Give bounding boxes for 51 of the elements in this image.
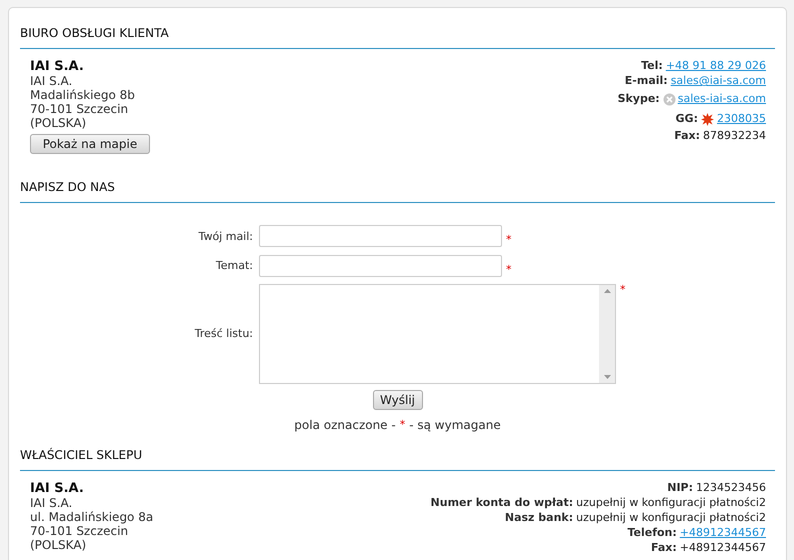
send-button[interactable]: Wyślij <box>372 390 422 410</box>
required-mark: * <box>620 282 626 298</box>
detail-label: Fax: <box>651 540 677 556</box>
detail-label: Telefon: <box>627 525 677 542</box>
chat-icon <box>662 92 676 106</box>
company-name: IAI S.A. <box>30 59 84 74</box>
required-mark: * <box>400 416 406 433</box>
section-heading: NAPISZ DO NAS <box>20 180 115 194</box>
detail-label: E-mail: <box>624 73 668 90</box>
detail-label: Nasz bank: <box>504 510 574 526</box>
detail-link[interactable]: sales@iai-sa.com <box>670 73 766 90</box>
field-label: Temat: <box>214 258 253 274</box>
map-button[interactable]: Pokaż na mapie <box>30 134 150 154</box>
input-field[interactable] <box>259 254 502 276</box>
required-mark: * <box>506 232 512 248</box>
detail-link[interactable]: +48 91 88 29 026 <box>666 58 766 75</box>
scroll-down-icon[interactable] <box>604 375 610 379</box>
address-line: IAI S.A. <box>30 496 72 510</box>
input-field[interactable] <box>259 225 502 247</box>
field-label: Treść listu: <box>194 326 253 342</box>
detail-label: Tel: <box>641 58 663 74</box>
detail-value: 1234523456 <box>696 480 766 496</box>
detail-value: uzupełnij w konfiguracji płatności2 <box>576 510 766 526</box>
detail-label: Fax: <box>674 128 700 144</box>
address-line: Madalińskiego 8b <box>30 88 135 102</box>
field-label: Twój mail: <box>198 228 253 244</box>
detail-link[interactable]: sales-iai-sa.com <box>678 90 766 108</box>
address-line: 70-101 Szczecin <box>30 102 128 116</box>
detail-label: GG: <box>676 110 698 127</box>
address-line: (POLSKA) <box>30 116 86 130</box>
detail-link[interactable]: 2308035 <box>717 110 766 128</box>
detail-value: +48912344567 <box>680 540 766 556</box>
address-line: 70-101 Szczecin <box>30 524 128 538</box>
note-text: pola oznaczone - <box>294 417 396 434</box>
address-line: (POLSKA) <box>30 538 86 552</box>
company-name: IAI S.A. <box>30 481 84 496</box>
message-field[interactable] <box>259 284 616 384</box>
detail-label: Numer konta do wpłat: <box>430 495 574 512</box>
detail-value: uzupełnij w konfiguracji płatności2 <box>576 495 766 512</box>
detail-link[interactable]: +48912344567 <box>680 525 766 542</box>
address-line: ul. Madalińskiego 8a <box>30 510 154 524</box>
note-text: - są wymagane <box>409 417 501 434</box>
scroll-up-icon[interactable] <box>604 289 610 293</box>
section-heading: BIURO OBSŁUGI KLIENTA <box>20 26 169 40</box>
detail-value: 878932234 <box>703 128 766 144</box>
address-line: IAI S.A. <box>30 74 72 88</box>
detail-label: Skype: <box>618 90 660 107</box>
sun-icon <box>701 112 714 126</box>
required-mark: * <box>506 262 512 278</box>
detail-label: NIP: <box>667 480 693 496</box>
section-heading: WŁAŚCICIEL SKLEPU <box>20 448 142 462</box>
